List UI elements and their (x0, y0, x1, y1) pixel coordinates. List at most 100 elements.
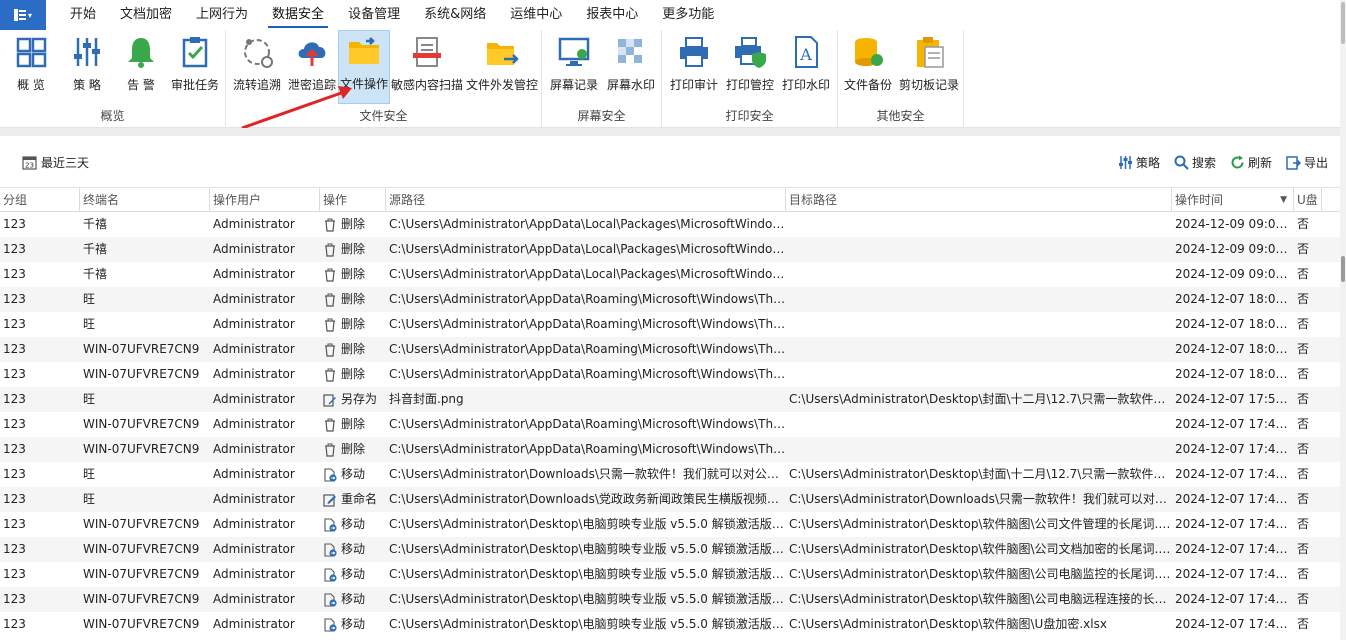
ribbon-button-print-watermark[interactable]: A 打印水印 (780, 32, 832, 102)
table-row[interactable]: 123 WIN-07UFVRE7CN9 Administrator 移动 C:\User… (0, 512, 1340, 537)
cell-target-path: C:\Users\Administrator\Desktop\软件脑图\公司文件… (789, 517, 1172, 531)
cell-time: 2024-12-07 17:49:01 (1175, 467, 1294, 481)
vertical-scrollbar[interactable] (1340, 0, 1346, 640)
operation-label: 删除 (341, 442, 366, 456)
date-range-filter[interactable]: 23 最近三天 (22, 154, 89, 171)
refresh-label: 刷新 (1247, 156, 1272, 170)
menu-item[interactable]: 报表中心 (578, 0, 646, 30)
column-header-time[interactable]: 操作时间 ▼ (1172, 188, 1294, 212)
column-header-user[interactable]: 操作用户 (210, 188, 320, 212)
ribbon-button-print-audit[interactable]: 打印审计 (668, 32, 720, 102)
table-row[interactable]: 123 WIN-07UFVRE7CN9 Administrator 删除 C:\User… (0, 437, 1340, 462)
database-icon (855, 38, 883, 66)
cell-time: 2024-12-07 18:00:01 (1175, 367, 1294, 381)
cell-group: 123 (3, 292, 26, 306)
table-row[interactable]: 123 旺 Administrator 重命名 C:\Users\Administrat… (0, 487, 1340, 512)
menu-item[interactable]: 开始 (62, 0, 104, 30)
ribbon-button-print-control[interactable]: 打印管控 (724, 32, 776, 102)
svg-text:23: 23 (25, 162, 34, 170)
ribbon-button-outbound-control[interactable]: 文件外发管控 (466, 32, 538, 102)
ribbon-button-file-backup[interactable]: 文件备份 (842, 32, 894, 102)
cell-operation: 删除 (320, 312, 386, 337)
column-header-usb[interactable]: U盘 (1294, 188, 1322, 212)
cell-group: 123 (3, 617, 26, 631)
search-button[interactable]: 搜索 (1174, 154, 1216, 171)
file-operation-table: 分组 终端名 操作用户 操作 源路径 目标路径 操作时间 ▼ U盘 123 千禧 Ad… (0, 188, 1340, 637)
table-row[interactable]: 123 旺 Administrator 移动 C:\Users\Administrato… (0, 462, 1340, 487)
scrollbar-thumb[interactable] (1341, 256, 1345, 282)
policy-button[interactable]: 策略 (1118, 154, 1160, 171)
menu-item[interactable]: 更多功能 (654, 0, 722, 30)
ribbon-button-clipboard-log[interactable]: 剪切板记录 (898, 32, 960, 102)
table-row[interactable]: 123 WIN-07UFVRE7CN9 Administrator 删除 C:\User… (0, 362, 1340, 387)
cell-group: 123 (3, 417, 26, 431)
cell-operation: 删除 (320, 362, 386, 387)
ribbon-button-file-operation[interactable]: 文件操作 (338, 30, 390, 104)
ribbon-button-sensitive-scan[interactable]: 敏感内容扫描 (391, 32, 463, 102)
cell-user: Administrator (213, 267, 295, 281)
column-header-source-path[interactable]: 源路径 (386, 188, 786, 212)
operation-label: 移动 (341, 592, 366, 606)
sliders-icon (1118, 156, 1132, 169)
ribbon-button-alarm[interactable]: 告 警 (120, 32, 162, 102)
menu-item[interactable]: 系统&网络 (416, 0, 494, 30)
printer-shield-icon (735, 37, 766, 68)
table-row[interactable]: 123 旺 Administrator 另存为 抖音封面.png C:\Users\Adm… (0, 387, 1340, 412)
cell-operation: 删除 (320, 412, 386, 437)
cell-source-path: C:\Users\Administrator\Desktop\电脑剪映专业版 v… (389, 517, 786, 531)
menu-item[interactable]: 上网行为 (188, 0, 256, 30)
cell-source-path: C:\Users\Administrator\AppData\Roaming\M… (389, 342, 786, 356)
table-row[interactable]: 123 WIN-07UFVRE7CN9 Administrator 移动 C:\User… (0, 587, 1340, 612)
ribbon-button-label: 屏幕记录 (549, 78, 598, 92)
ribbon-button-leak-trace[interactable]: 泄密追踪 (286, 32, 338, 102)
ribbon-button-screen-record[interactable]: 屏幕记录 (548, 32, 600, 102)
table-row[interactable]: 123 千禧 Administrator 删除 C:\Users\Administrat… (0, 237, 1340, 262)
cell-time: 2024-12-07 17:49:35 (1175, 417, 1294, 431)
svg-text:A: A (799, 45, 812, 64)
cell-time: 2024-12-07 17:50:57 (1175, 392, 1294, 406)
ribbon-button-overview[interactable]: 概 览 (10, 32, 52, 102)
menu-item[interactable]: 运维中心 (502, 0, 570, 30)
cell-target-path (786, 212, 1172, 237)
column-header-target-path[interactable]: 目标路径 (786, 188, 1172, 212)
export-button[interactable]: 导出 (1286, 154, 1328, 171)
column-header-terminal[interactable]: 终端名 (80, 188, 210, 212)
table-row[interactable]: 123 WIN-07UFVRE7CN9 Administrator 删除 C:\User… (0, 412, 1340, 437)
ribbon-button-approval[interactable]: 审批任务 (170, 32, 220, 102)
ribbon-button-screen-watermark[interactable]: 屏幕水印 (604, 32, 658, 102)
cell-terminal: 旺 (83, 467, 96, 481)
cell-group: 123 (3, 442, 26, 456)
ribbon-group-other-security: 文件备份 剪切板记录 其他安全 (838, 30, 964, 128)
cell-user: Administrator (213, 242, 295, 256)
table-row[interactable]: 123 WIN-07UFVRE7CN9 Administrator 移动 C:\User… (0, 562, 1340, 587)
bell-icon (128, 38, 154, 68)
table-row[interactable]: 123 WIN-07UFVRE7CN9 Administrator 移动 C:\User… (0, 612, 1340, 637)
table-row[interactable]: 123 旺 Administrator 删除 C:\Users\Administrato… (0, 287, 1340, 312)
cell-group: 123 (3, 517, 26, 531)
cell-user: Administrator (213, 417, 295, 431)
table-row[interactable]: 123 千禧 Administrator 删除 C:\Users\Administrat… (0, 262, 1340, 287)
table-row[interactable]: 123 WIN-07UFVRE7CN9 Administrator 删除 C:\User… (0, 337, 1340, 362)
search-label: 搜索 (1191, 156, 1216, 170)
menu-item[interactable]: 设备管理 (340, 0, 408, 30)
cell-usb: 否 (1297, 492, 1310, 506)
cell-user: Administrator (213, 542, 295, 556)
ribbon-group-screen-security: 屏幕记录 屏幕水印 屏幕安全 (542, 30, 662, 128)
refresh-button[interactable]: 刷新 (1230, 154, 1272, 171)
app-menu-button[interactable]: ▾ (0, 0, 46, 30)
ribbon-button-policy[interactable]: 策 略 (66, 32, 108, 102)
table-row[interactable]: 123 WIN-07UFVRE7CN9 Administrator 移动 C:\User… (0, 537, 1340, 562)
column-header-group[interactable]: 分组 (0, 188, 80, 212)
table-row[interactable]: 123 千禧 Administrator 删除 C:\Users\Administrat… (0, 212, 1340, 237)
ribbon-button-flow-trace[interactable]: 流转追溯 (230, 32, 284, 102)
cell-target-path (786, 287, 1172, 312)
cell-group: 123 (3, 267, 26, 281)
column-header-operation[interactable]: 操作 (320, 188, 386, 212)
table-row[interactable]: 123 旺 Administrator 删除 C:\Users\Administrato… (0, 312, 1340, 337)
ribbon-group-print-security: 打印审计 打印管控 A 打印水印 打印安全 (662, 30, 838, 128)
menu-item[interactable]: 数据安全 (264, 0, 332, 30)
menu-item[interactable]: 文档加密 (112, 0, 180, 30)
refresh-icon (1231, 155, 1244, 169)
trash-icon (325, 318, 335, 332)
scrollbar-thumb[interactable] (1341, 2, 1345, 44)
